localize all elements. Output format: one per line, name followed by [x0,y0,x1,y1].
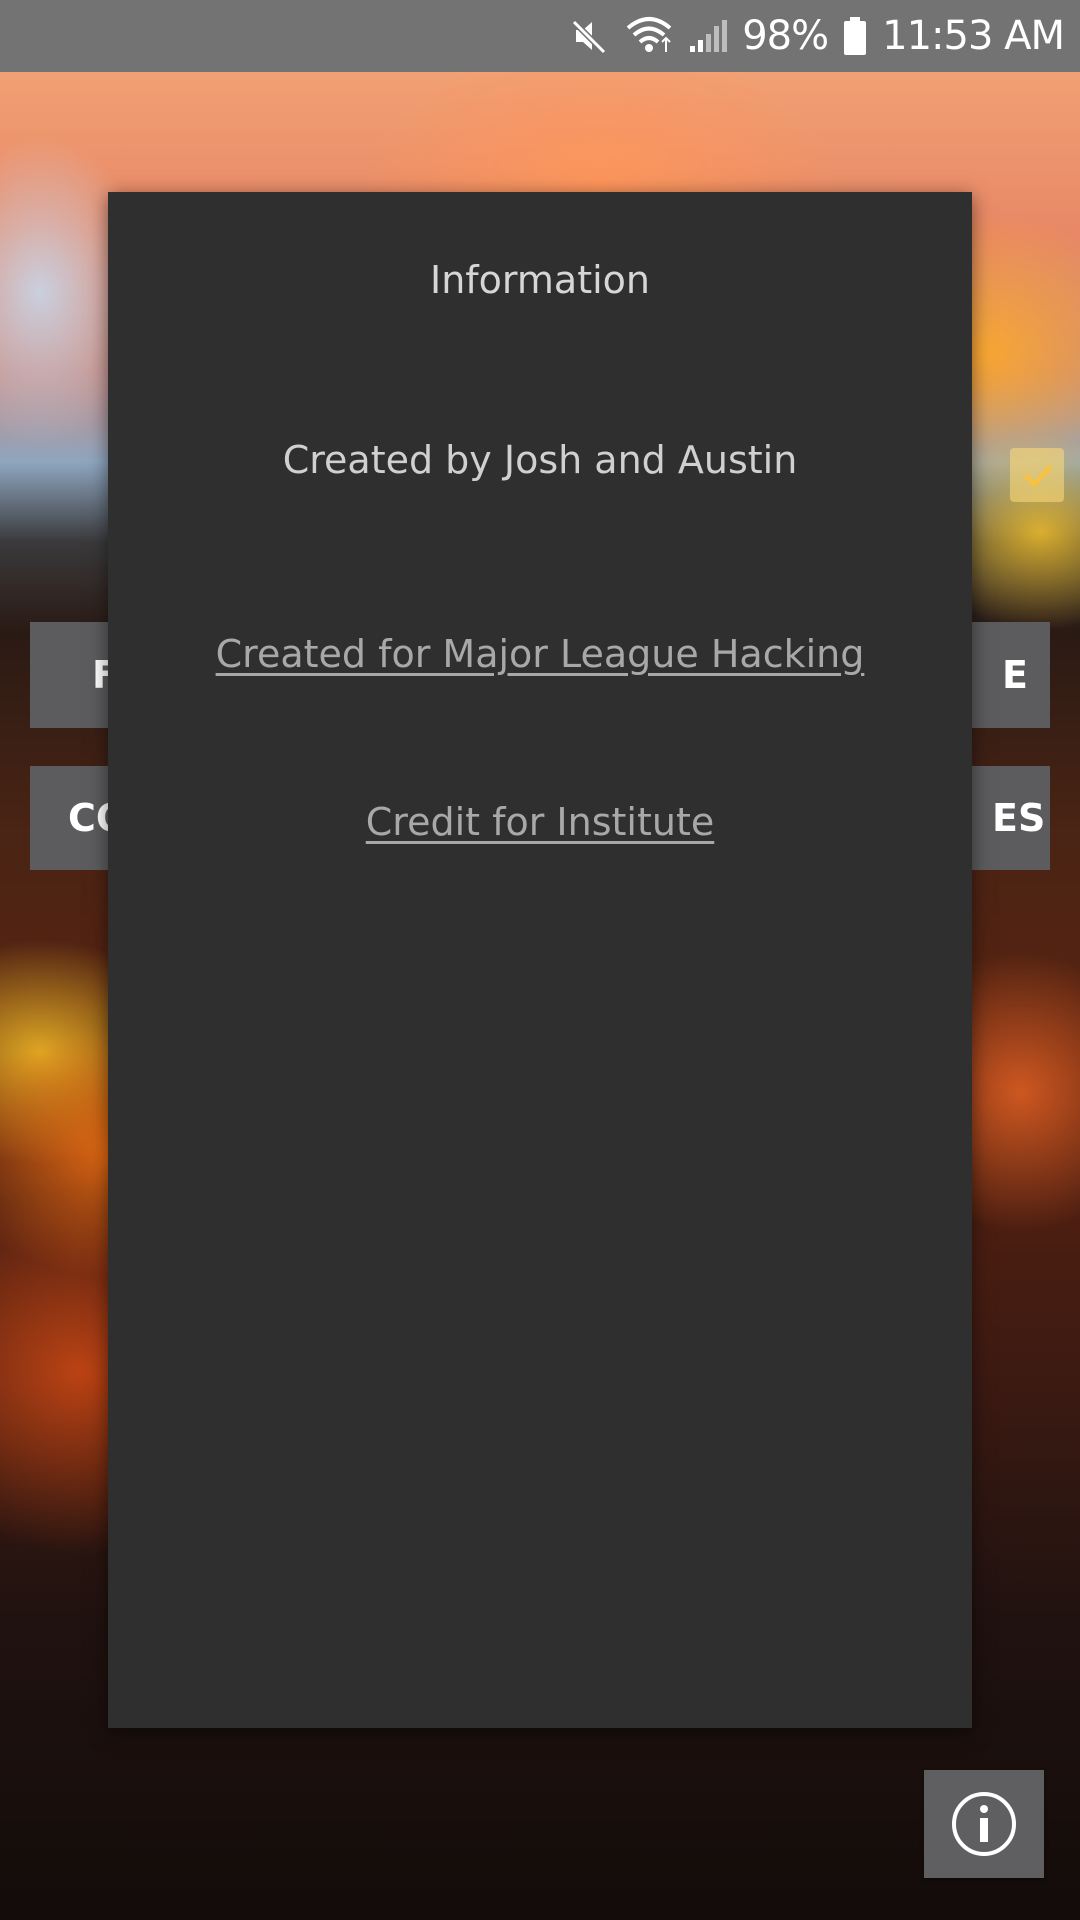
battery-percent: 98% [742,13,829,59]
clock: 11:53 AM [882,13,1065,59]
main-button-1-label-right: E [1002,653,1028,697]
checkmark-icon [1023,464,1052,488]
info-button[interactable] [924,1770,1044,1878]
wifi-icon [624,16,674,56]
battery-icon [842,16,868,56]
checkbox[interactable] [1010,448,1064,502]
information-dialog: Information Created by Josh and Austin C… [108,192,972,1728]
info-icon [952,1792,1016,1856]
signal-icon [688,16,728,56]
status-bar: 98% 11:53 AM [0,0,1080,72]
screen: 98% 11:53 AM F E CO ES Information Creat… [0,0,1080,1920]
mute-icon [570,16,610,56]
major-league-hacking-link[interactable]: Created for Major League Hacking [108,632,972,676]
main-button-2-label-right: ES [992,796,1046,840]
institute-credit-link[interactable]: Credit for Institute [108,800,972,844]
credits-text: Created by Josh and Austin [282,438,798,482]
dialog-title: Information [430,258,650,302]
